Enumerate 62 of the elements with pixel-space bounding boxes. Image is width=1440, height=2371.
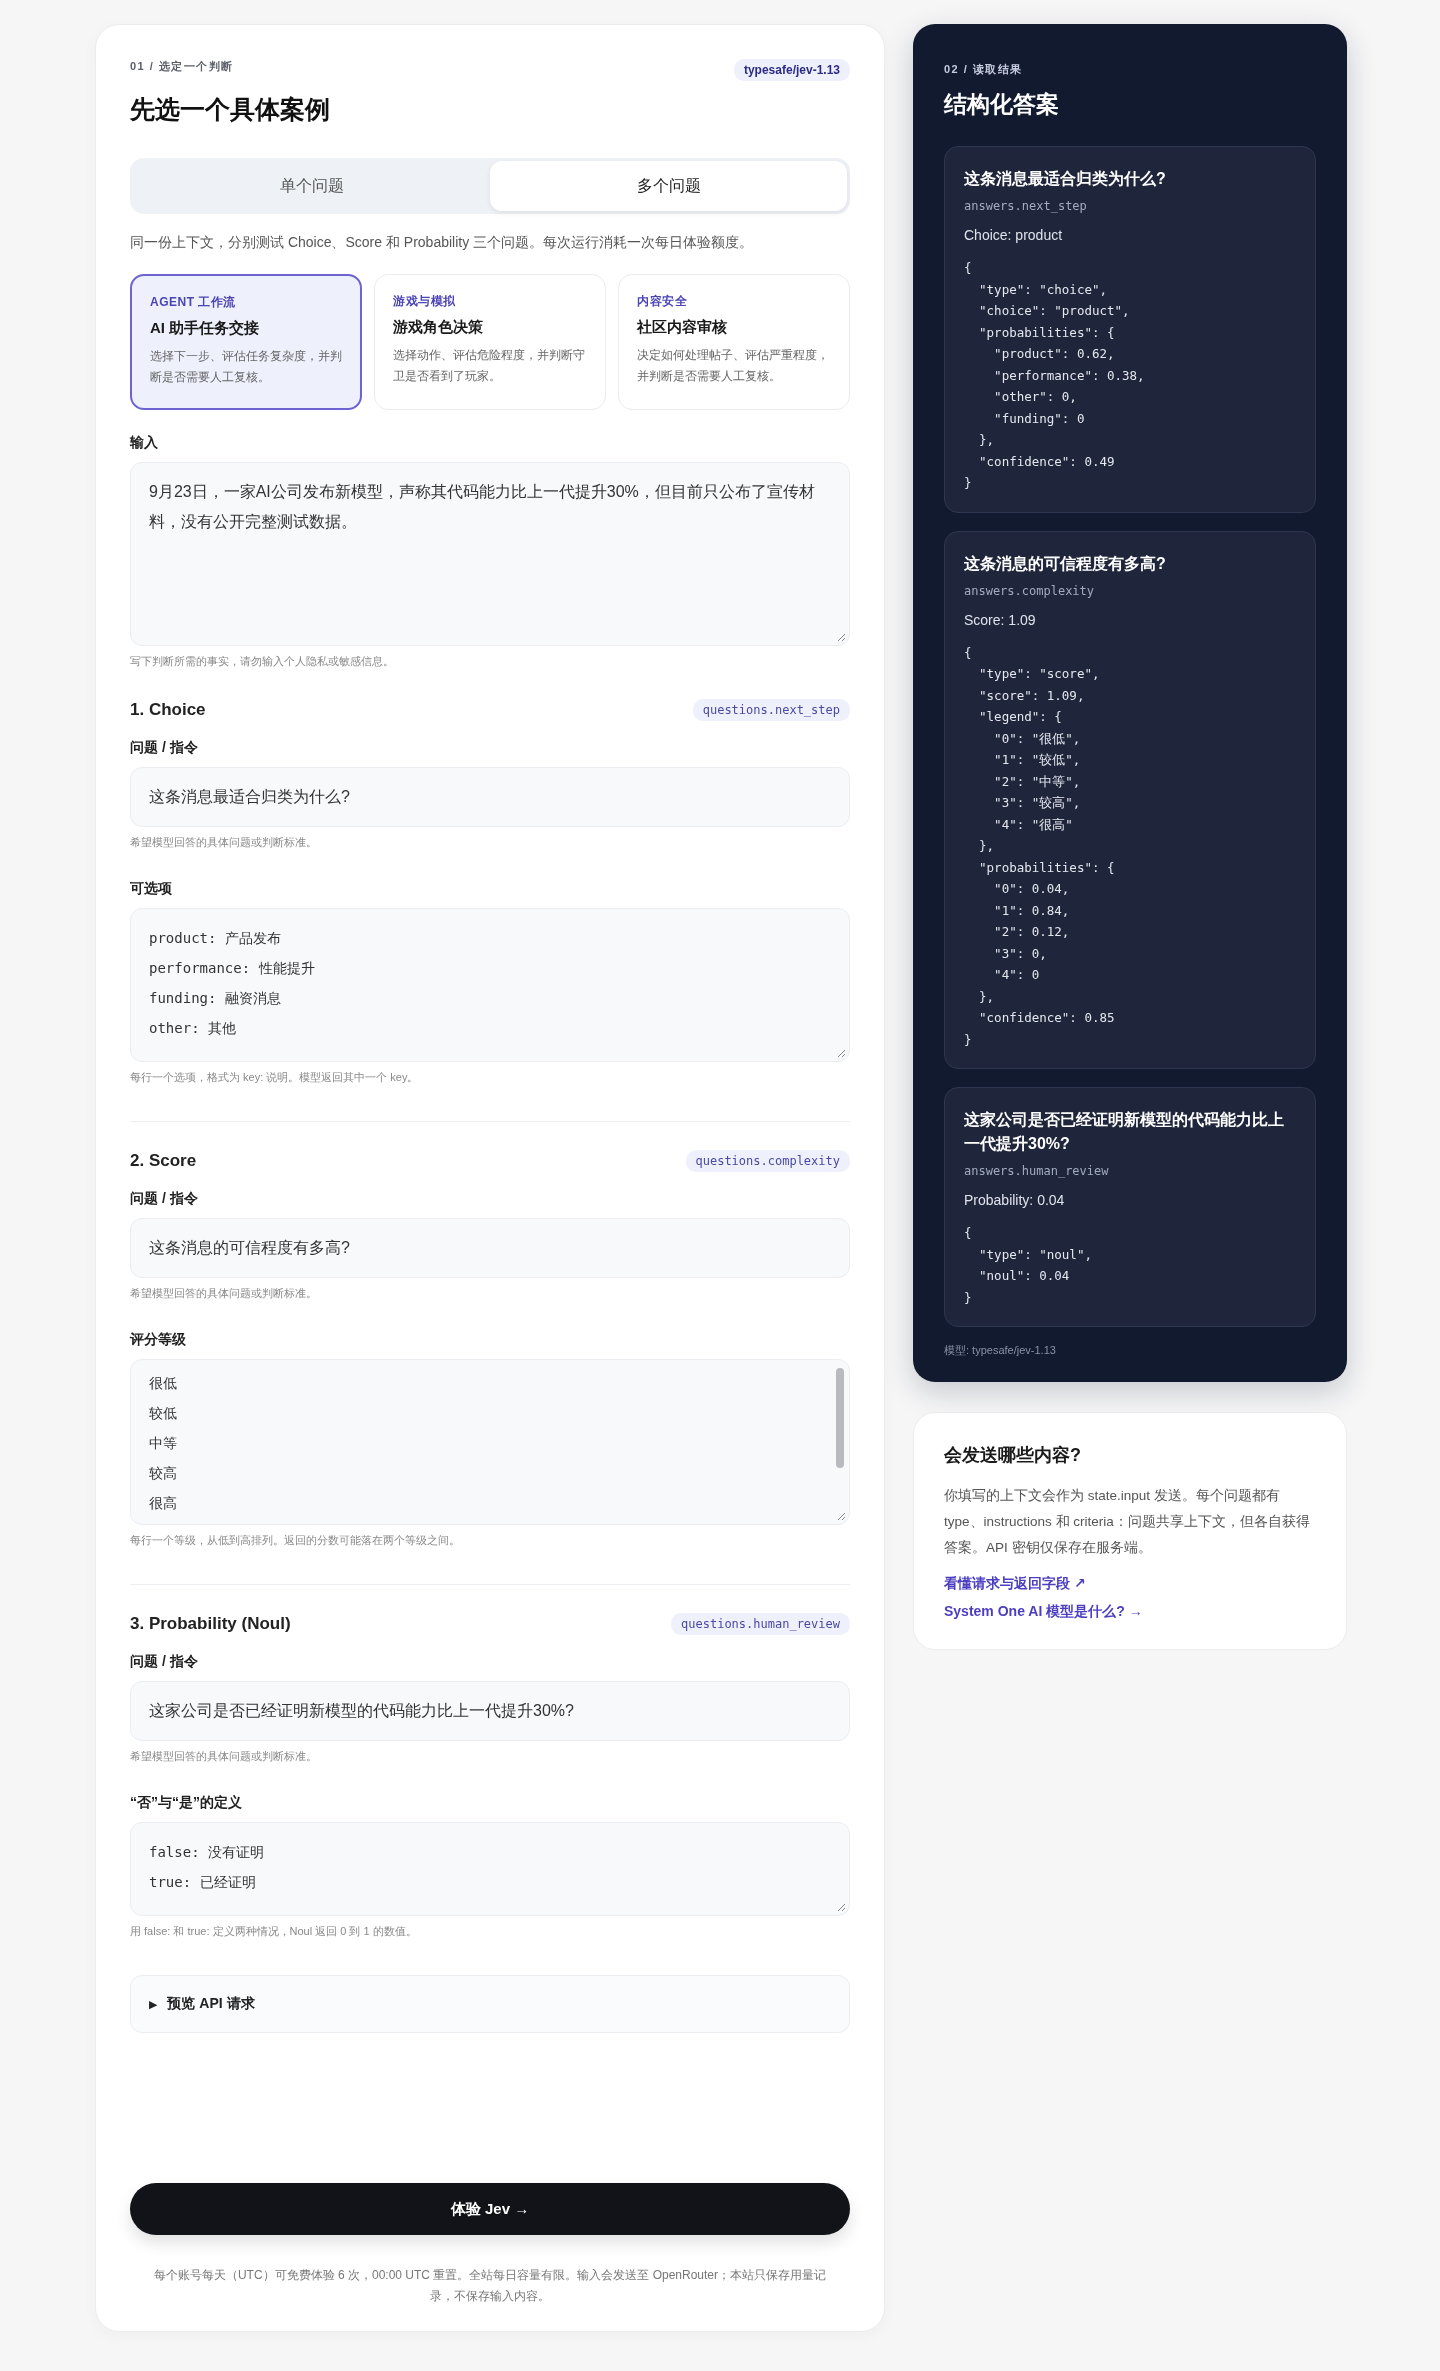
question-heading: 3. Probability (Noul) bbox=[130, 1614, 291, 1634]
info-text: 你填写的上下文会作为 state.input 发送。每个问题都有 type、instructions 和 criteria：问题共享上下文，但各自获得答案。API 密钥仅保存在服务端。 bbox=[944, 1487, 1311, 1557]
description-text: 同一份上下文，分别测试 Choice、Score 和 Probability 三个问题。每次运行消耗一次每日体验额度。 bbox=[130, 234, 755, 252]
section-title: 结构化答案 bbox=[944, 90, 1060, 119]
field-hint: 写下判断所需的事实，请勿输入个人隐私或敏感信息。 bbox=[130, 654, 395, 669]
submit-button[interactable]: 体验 Jev → bbox=[130, 2183, 850, 2235]
step-label: 01 / 选定一个判断 bbox=[130, 59, 234, 74]
preview-toggle[interactable]: ▶ 预览 API 请求 bbox=[130, 1975, 850, 2033]
answer-path: answers.human_review bbox=[964, 1164, 1110, 1178]
path-badge: questions.complexity bbox=[685, 1150, 850, 1172]
json-code: { "type": "score", "score": 1.09, "legend": { "0": "很低", "1": "较低", "2": "中等", "3": "较高", "4": "很高" }, "probabilities": { "0": 0.04, "1": 0.84, "2": 0.12, "3": 0, "4": 0 }, "confidence": 0.85 } bbox=[964, 643, 1116, 1049]
answer-summary: Probability: 0.04 bbox=[964, 1192, 1066, 1208]
resize-handle-icon[interactable] bbox=[836, 632, 846, 642]
field-hint: 每行一个等级，从低到高排列。返回的分数可能落在两个等级之间。 bbox=[130, 1533, 461, 1548]
input-field[interactable]: 这家公司是否已经证明新模型的代码能力比上一代提升30%? bbox=[130, 1681, 850, 1741]
info-title: 会发送哪些内容? bbox=[944, 1444, 1082, 1467]
field-label: “否”与“是”的定义 bbox=[130, 1794, 243, 1812]
answer-question: 这家公司是否已经证明新模型的代码能力比上一代提升30%? bbox=[964, 1110, 1285, 1154]
example-card[interactable]: 游戏与模拟 游戏角色决策 选择动作、评估危险程度，并判断守卫是否看到了玩家。 bbox=[374, 274, 606, 410]
resize-handle-icon[interactable] bbox=[836, 1511, 846, 1521]
info-link[interactable]: System One AI 模型是什么? → bbox=[944, 1603, 1143, 1621]
field-hint: 希望模型回答的具体问题或判断标准。 bbox=[130, 1286, 318, 1301]
tab[interactable]: 多个问题 bbox=[490, 161, 847, 211]
field-hint: 希望模型回答的具体问题或判断标准。 bbox=[130, 1749, 318, 1764]
field-label: 评分等级 bbox=[130, 1331, 187, 1349]
model-note: 模型: typesafe/jev-1.13 bbox=[944, 1343, 1057, 1358]
step-label: 02 / 读取结果 bbox=[944, 62, 1024, 77]
question-heading: 2. Score bbox=[130, 1151, 197, 1171]
question-heading: 1. Choice bbox=[130, 700, 206, 720]
resize-handle-icon[interactable] bbox=[836, 1048, 846, 1058]
field-label: 问题 / 指令 bbox=[130, 739, 199, 757]
field-hint: 每行一个选项，格式为 key: 说明。模型返回其中一个 key。 bbox=[130, 1070, 420, 1085]
answer-summary: Score: 1.09 bbox=[964, 611, 1037, 628]
answer-question: 这条消息的可信程度有多高? bbox=[964, 553, 1167, 574]
path-badge: questions.human_review bbox=[671, 1613, 850, 1635]
field-label: 问题 / 指令 bbox=[130, 1653, 199, 1671]
tab[interactable]: 单个问题 bbox=[133, 161, 490, 211]
field-label: 输入 bbox=[130, 434, 159, 452]
textarea-field[interactable]: 很低 较低 中等 较高 很高 bbox=[130, 1359, 850, 1525]
json-code: { "type": "noul", "noul": 0.04 } bbox=[964, 1224, 1093, 1307]
example-card[interactable]: AGENT 工作流 AI 助手任务交接 选择下一步、评估任务复杂度，并判断是否需要人工复核。 bbox=[130, 274, 362, 410]
field-label: 可选项 bbox=[130, 880, 173, 898]
section-title: 先选一个具体案例 bbox=[130, 94, 331, 125]
textarea-field[interactable]: 9月23日，一家AI公司发布新模型，声称其代码能力比上一代提升30%，但目前只公布了宣传材料，没有公开完整测试数据。 bbox=[130, 462, 850, 646]
answer-path: answers.complexity bbox=[964, 583, 1096, 598]
input-field[interactable]: 这条消息最适合归类为什么? bbox=[130, 767, 850, 827]
model-badge: typesafe/jev-1.13 bbox=[733, 59, 850, 81]
field-label: 问题 / 指令 bbox=[130, 1190, 199, 1208]
info-link[interactable]: 看懂请求与返回字段 ↗ bbox=[944, 1575, 1086, 1593]
footnote-text: 每个账号每天（UTC）可免费体验 6 次，00:00 UTC 重置。全站每日容量有限。输入会发送至 OpenRouter；本站只保存用量记录，不保存输入内容。 bbox=[152, 2267, 828, 2305]
resize-handle-icon[interactable] bbox=[836, 1902, 846, 1912]
field-hint: 希望模型回答的具体问题或判断标准。 bbox=[130, 835, 318, 850]
answer-path: answers.next_step bbox=[964, 199, 1088, 213]
textarea-field[interactable]: false: 没有证明 true: 已经证明 bbox=[130, 1822, 850, 1916]
path-badge: questions.next_step bbox=[692, 699, 850, 721]
textarea-field[interactable]: product: 产品发布 performance: 性能提升 funding: 融资消息 other: 其他 bbox=[130, 908, 850, 1062]
json-code: { "type": "choice", "choice": "product", "probabilities": { "product": 0.62, "performance": 0.38, "other": 0, "funding": 0 }, "confidence": 0.49 } bbox=[964, 259, 1146, 492]
answer-summary: Choice: product bbox=[964, 227, 1064, 243]
field-hint: 用 false: 和 true: 定义两种情况，Noul 返回 0 到 1 的数值。 bbox=[130, 1924, 418, 1939]
input-field[interactable]: 这条消息的可信程度有多高? bbox=[130, 1218, 850, 1278]
example-card[interactable]: 内容安全 社区内容审核 决定如何处理帖子、评估严重程度，并判断是否需要人工复核。 bbox=[618, 274, 850, 410]
answer-question: 这条消息最适合归类为什么? bbox=[964, 169, 1167, 189]
